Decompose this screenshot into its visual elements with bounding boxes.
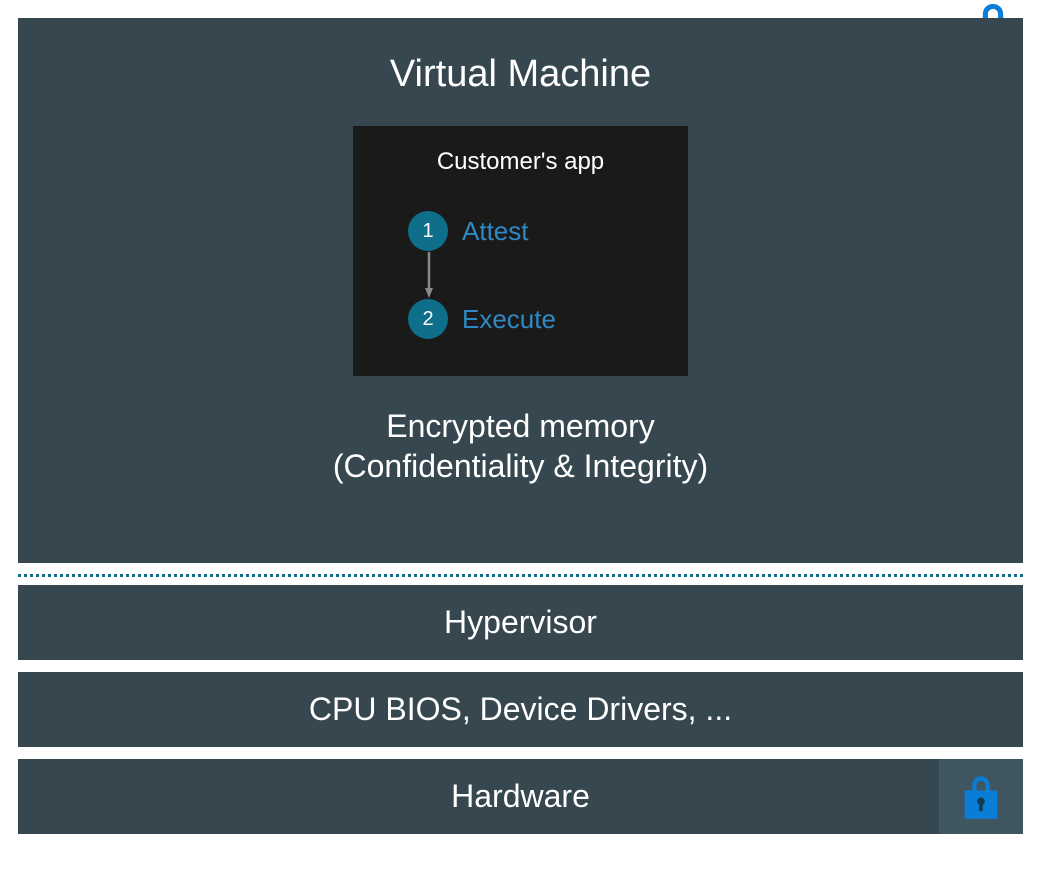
divider-dotted [18, 563, 1023, 585]
step-1-label: Attest [462, 216, 528, 247]
hypervisor-label: Hypervisor [444, 604, 597, 641]
arrow-down [408, 251, 658, 299]
step-1: 1 Attest [408, 211, 658, 251]
step-2-label: Execute [462, 304, 556, 335]
lock-icon [959, 773, 1003, 821]
steps-container: 1 Attest 2 Execute [383, 211, 658, 339]
cpu-bios-label: CPU BIOS, Device Drivers, ... [309, 691, 732, 728]
memory-line-1: Encrypted memory [386, 408, 655, 444]
step-2-circle: 2 [408, 299, 448, 339]
memory-line-2: (Confidentiality & Integrity) [333, 448, 708, 484]
app-title: Customer's app [383, 148, 658, 176]
step-2: 2 Execute [408, 299, 658, 339]
customer-app-box: Customer's app 1 Attest 2 Execute [353, 126, 688, 376]
virtual-machine-box: Virtual Machine Customer's app 1 Attest … [18, 18, 1023, 563]
cpu-bios-layer: CPU BIOS, Device Drivers, ... [18, 672, 1023, 747]
hypervisor-layer: Hypervisor [18, 585, 1023, 660]
encrypted-memory-text: Encrypted memory (Confidentiality & Inte… [333, 406, 708, 486]
arrow-icon [425, 252, 433, 298]
hardware-label: Hardware [451, 778, 590, 815]
hardware-lock-tab [939, 759, 1023, 834]
step-1-circle: 1 [408, 211, 448, 251]
vm-title: Virtual Machine [390, 53, 651, 96]
hardware-layer: Hardware [18, 759, 1023, 834]
